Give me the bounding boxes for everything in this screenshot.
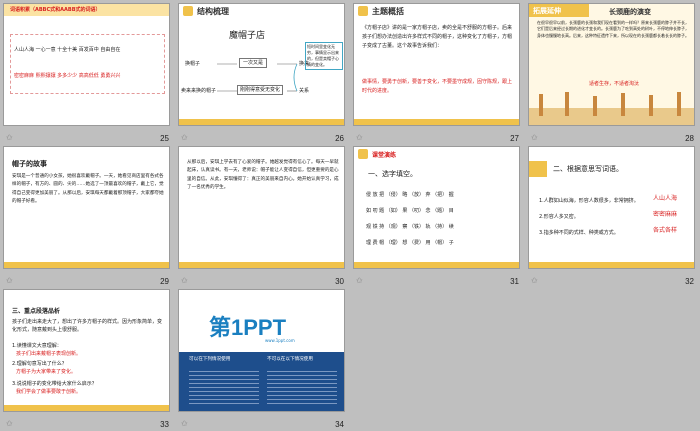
star-icon: ✩ xyxy=(181,419,188,428)
giraffe-illustration xyxy=(529,92,694,125)
slide-number: 25 xyxy=(160,134,169,143)
slide-thumb-33[interactable]: 三、重点段落品析 孩子们走出来走大了，想出了许多方帽子的样式。因为形象简单，变化… xyxy=(0,286,175,429)
star-icon: ✩ xyxy=(531,276,538,285)
star-icon: ✩ xyxy=(6,276,13,285)
slide-thumb-31[interactable]: 课堂演练 一、选字填空。 侵 放 把 （侵） 略 （放） 弃 （把） 握 如 叨… xyxy=(350,143,525,286)
answer-2: 密密麻麻 xyxy=(653,211,678,218)
word-row-1: 人山人海 一心一意 十全十美 百发百中 自由自在 xyxy=(14,47,121,53)
body-highlight: 适者生存，不适者淘汰 xyxy=(589,81,640,87)
slide-thumb-27[interactable]: 主题概括 《方帽子店》讲的是一家方帽子店，卖的全是不舒服的方帽子。后来孩子们想办… xyxy=(350,0,525,143)
allowed-label: 可以在下列情况使用 xyxy=(189,357,231,362)
site-url: www.1ppt.com xyxy=(265,338,295,343)
summary-highlight: 做事情，要勇于创新，要善于变化，不要墨守成规，固守陈规，跟上时代的进度。 xyxy=(362,79,513,94)
disallowed-label: 不可以在以下情况使用 xyxy=(267,357,313,362)
slide-title: 长颈鹿的演变 xyxy=(609,8,651,16)
star-icon: ✩ xyxy=(356,133,363,142)
star-icon: ✩ xyxy=(531,133,538,142)
slide-thumb-32[interactable]: 二、根据意思写词语。 1.人群如山似海，形容人数很多，非常拥挤。 2.形容人多又… xyxy=(525,143,700,286)
slide-header: 词语积累（ABBC式和AABB式的词语） xyxy=(10,7,101,13)
slide-thumb-34[interactable]: 第1PPT www.1ppt.com 可以在下列情况使用 不可以在以下情况使用 … xyxy=(175,286,350,429)
slide-title: 帽子的故事 xyxy=(12,160,47,168)
question-title: 三、重点段落品析 xyxy=(12,308,61,315)
star-icon: ✩ xyxy=(6,133,13,142)
story-text: 从那以后，安琪上学去有了心爱的帽子。她越发觉得有信心了。每天一早就起床，认真读书… xyxy=(187,160,339,191)
question-title: 一、选字填空。 xyxy=(368,170,417,178)
star-icon: ✩ xyxy=(356,276,363,285)
answer-1: 人山人海 xyxy=(653,195,678,202)
slide-thumb-30[interactable]: 从那以后，安琪上学去有了心爱的帽子。她越发觉得有信心了。每天一早就起床，认真读书… xyxy=(175,143,350,286)
word-row-2: 密密麻麻 熙熙攘攘 多多少少 高高低低 勇勇兴兴 xyxy=(14,73,121,79)
star-icon: ✩ xyxy=(181,276,188,285)
summary-note: 短时间里变化无穷，事情显示出来的，但是卖帽子心情的变化。 xyxy=(305,42,343,70)
header-icon xyxy=(358,6,368,16)
header-icon xyxy=(358,149,368,159)
slide-thumb-26[interactable]: 结构梳理 魔帽子店 换帽子 一次又是 换来 卖来来换的帽子 刚刚得意受无变化 关… xyxy=(175,0,350,143)
star-icon: ✩ xyxy=(181,133,188,142)
star-icon: ✩ xyxy=(6,419,13,428)
slide-thumb-29[interactable]: 帽子的故事 安琪是一个普通的小女孩，她很喜欢戴帽子。一天，她看见商店里有各式各样… xyxy=(0,143,175,286)
answer-3: 各式各样 xyxy=(653,227,678,234)
question-title: 二、根据意思写词语。 xyxy=(553,165,623,173)
slide-thumb-25[interactable]: 词语积累（ABBC式和AABB式的词语） 人山人海 一心一意 十全十美 百发百中… xyxy=(0,0,175,143)
body-text: 在很早很早以前，长颈鹿的长颈和我们现在看到的一样吗？原来长颈鹿的脖子并不长，它们… xyxy=(537,20,689,38)
slide-thumb-28[interactable]: 拓展延伸 长颈鹿的演变 在很早很早以前，长颈鹿的长颈和我们现在看到的一样吗？原来… xyxy=(525,0,700,143)
slide-sorter-grid: 词语积累（ABBC式和AABB式的词语） 人山人海 一心一意 十全十美 百发百中… xyxy=(0,0,700,431)
summary-text: 《方帽子店》讲的是一家方帽子店，卖的全是不舒服的方帽子。后来孩子们想办法创造出许… xyxy=(362,25,513,49)
story-text: 安琪是一个普通的小女孩，她很喜欢戴帽子。一天，她看见商店里有各式各样的帽子，有方… xyxy=(12,174,164,205)
